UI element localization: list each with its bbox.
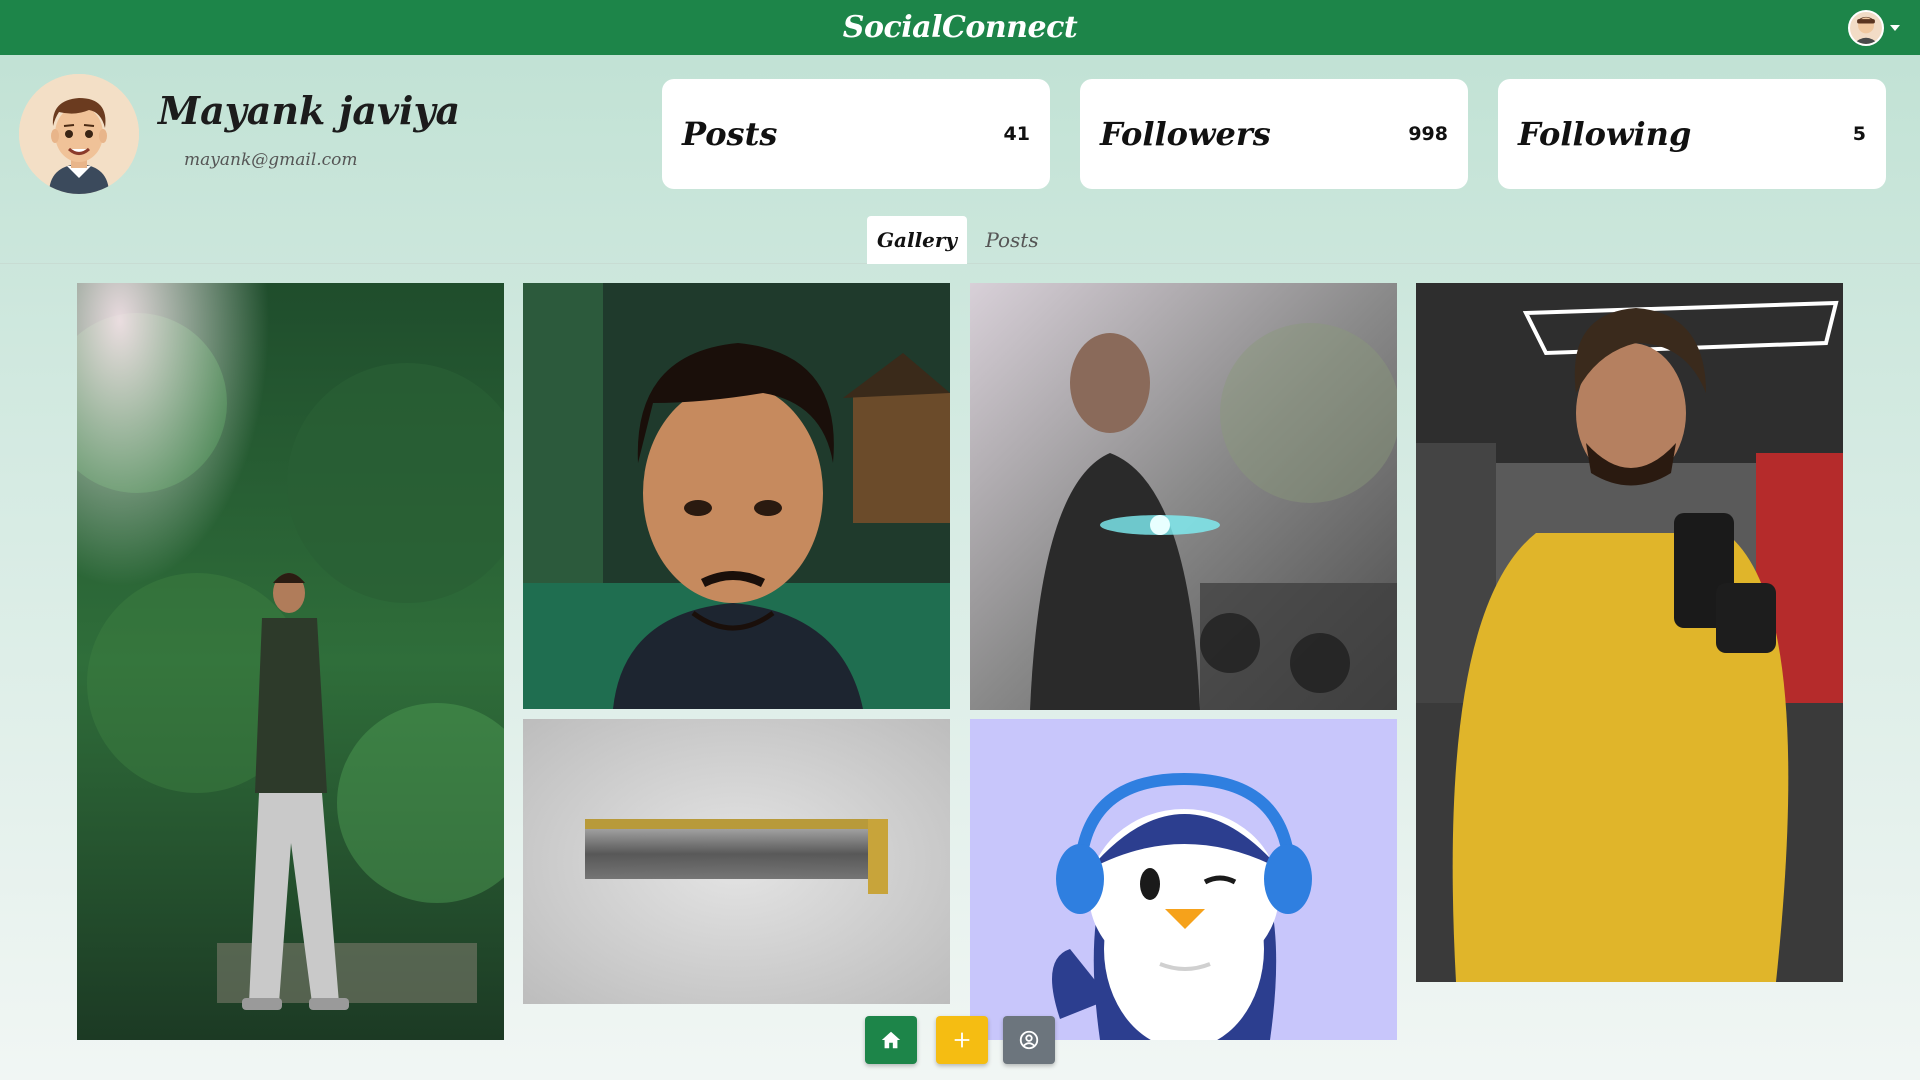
brand-logo[interactable]: SocialConnect [843,10,1078,45]
profile-avatar [19,74,139,194]
caret-down-icon[interactable] [1890,25,1900,31]
stat-card-followers[interactable]: Followers 998 [1080,79,1468,189]
stat-label: Posts [682,115,778,153]
user-menu[interactable] [1848,10,1900,46]
home-icon [881,1031,901,1049]
profile-name: Mayank javiya [158,88,461,133]
forest-photo [77,283,504,1040]
gallery-item[interactable] [523,719,950,1004]
stat-value: 5 [1852,123,1866,145]
portrait-illustration [523,283,950,709]
gallery-item[interactable] [970,719,1397,1040]
stat-label: Followers [1100,115,1271,153]
logo-photo [970,283,1397,710]
avatar-icon[interactable] [1848,10,1884,46]
stat-value: 41 [1003,123,1030,145]
stat-label: Following [1518,115,1692,153]
user-circle-icon [1019,1030,1039,1050]
cartoon-avatar-icon [19,74,139,194]
stat-card-following[interactable]: Following 5 [1498,79,1886,189]
penguin-cartoon [970,719,1397,1040]
gym-selfie-photo [1416,283,1843,982]
metallic-logo-image [523,719,950,1004]
tabs-bar: Gallery Posts [0,212,1920,264]
gallery-item[interactable] [77,283,504,1040]
gallery-item[interactable] [1416,283,1843,982]
gallery-item[interactable] [523,283,950,709]
tab-gallery[interactable]: Gallery [867,216,967,264]
home-button[interactable] [865,1016,917,1064]
stat-card-posts[interactable]: Posts 41 [662,79,1050,189]
stat-value: 998 [1408,123,1448,145]
navbar: SocialConnect [0,0,1920,55]
tab-posts[interactable]: Posts [970,216,1054,264]
add-post-button[interactable] [936,1016,988,1064]
profile-email: mayank@gmail.com [184,150,358,170]
profile-button[interactable] [1003,1016,1055,1064]
plus-icon [954,1032,970,1048]
gallery-item[interactable] [970,283,1397,710]
